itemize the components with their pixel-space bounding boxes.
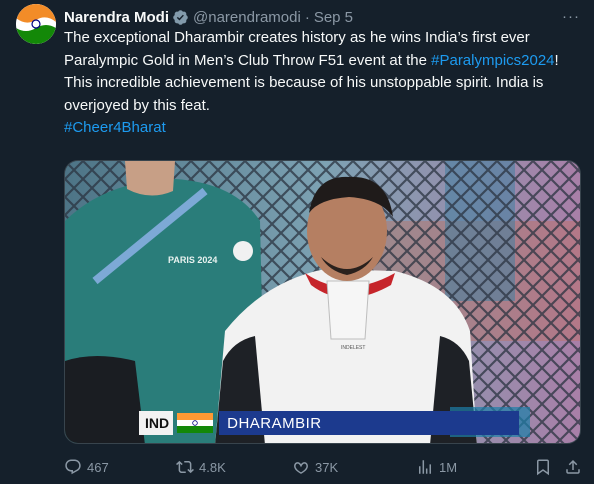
like-button[interactable]: 37K [292, 458, 338, 476]
like-count: 37K [315, 459, 339, 475]
tweet-actions-bar: 467 4.8K 37K 1M [64, 456, 584, 478]
bookmark-icon [537, 459, 549, 476]
tweet-header: Narendra Modi @narendramodi · Sep 5 [64, 7, 582, 27]
author-name[interactable]: Narendra Modi [64, 9, 169, 26]
tweet-date[interactable]: Sep 5 [314, 9, 353, 26]
repost-icon [176, 460, 194, 474]
lower-third-country: IND [139, 411, 174, 435]
repost-button[interactable]: 4.8K [176, 458, 226, 476]
hashtag-cheer4bharat[interactable]: #Cheer4Bharat [64, 119, 166, 136]
tweet-text: The exceptional Dharambir creates histor… [64, 27, 584, 140]
separator-dot: · [304, 8, 310, 26]
bookmark-button[interactable] [534, 458, 557, 476]
views-count: 1M [439, 459, 458, 475]
reply-button[interactable]: 467 [64, 458, 109, 476]
india-flag-icon [177, 413, 214, 433]
lower-third-athlete-name: DHARAMBIR [219, 411, 519, 435]
jacket-text: INDELEST [341, 345, 365, 351]
tweet-media-photo[interactable]: PARIS 2024 INDELEST IND DHARAMBIR [64, 160, 581, 444]
author-handle[interactable]: @narendramodi [193, 9, 301, 26]
hashtag-paralympics[interactable]: #Paralympics2024 [431, 52, 554, 69]
bib-text: PARIS 2024 [168, 255, 217, 265]
share-button[interactable] [564, 458, 587, 476]
share-icon [566, 459, 580, 474]
reply-icon [65, 459, 81, 475]
athlete-photo: PARIS 2024 INDELEST [65, 161, 580, 443]
tweet[interactable]: Narendra Modi @narendramodi · Sep 5 ··· … [0, 0, 594, 484]
more-options-icon[interactable]: ··· [562, 8, 580, 25]
repost-count: 4.8K [199, 459, 226, 475]
views-chart-icon [419, 460, 431, 474]
views-button[interactable]: 1M [416, 458, 457, 476]
avatar[interactable] [16, 4, 56, 44]
heart-icon [294, 462, 308, 474]
lower-third-banner: IND DHARAMBIR [139, 411, 519, 435]
reply-count: 467 [87, 459, 109, 475]
verified-badge-icon [172, 9, 189, 26]
